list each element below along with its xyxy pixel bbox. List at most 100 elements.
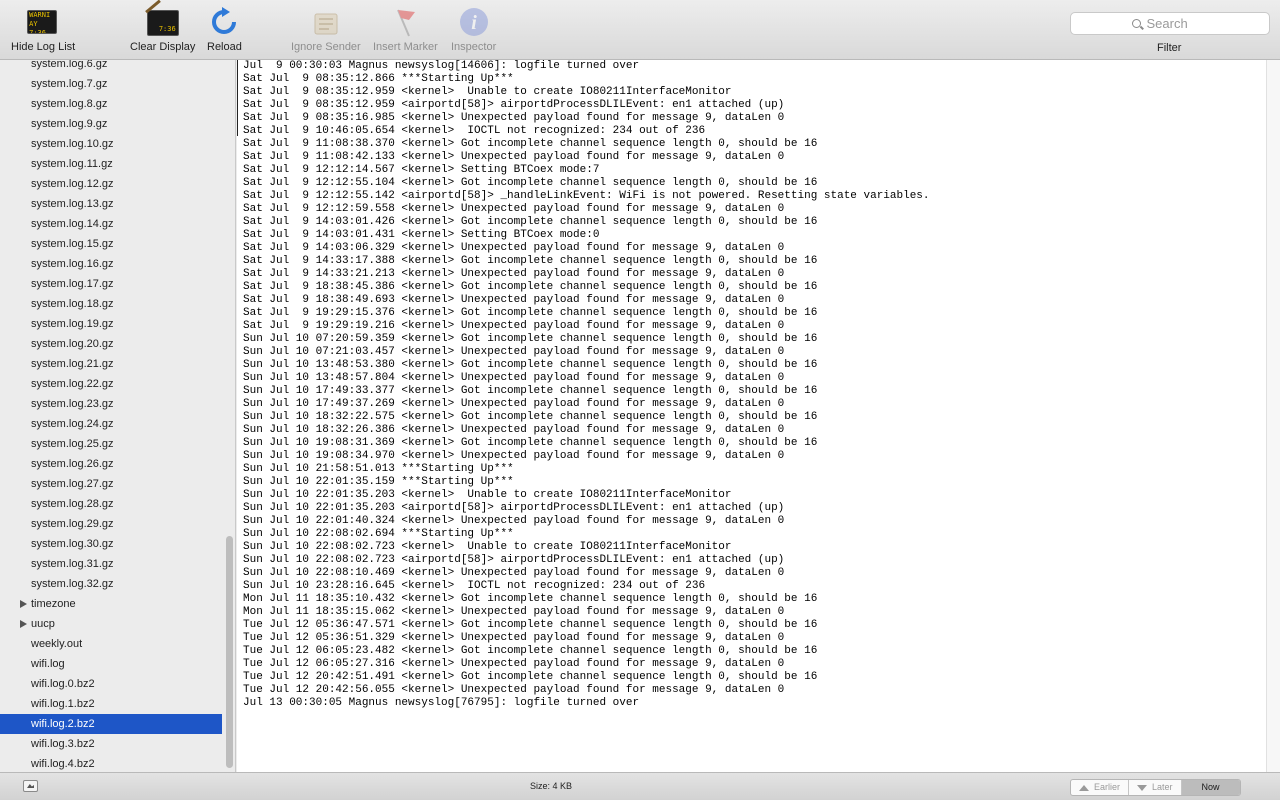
disclosure-triangle-icon[interactable] bbox=[20, 600, 27, 608]
sidebar-item-label: system.log.16.gz bbox=[31, 258, 114, 270]
sidebar-item[interactable]: system.log.15.gz bbox=[0, 234, 222, 254]
log-line: Sat Jul 9 11:08:38.370 <kernel> Got inco… bbox=[243, 138, 818, 150]
later-button[interactable]: Later bbox=[1129, 780, 1182, 795]
log-line: Sat Jul 9 19:29:15.376 <kernel> Got inco… bbox=[243, 307, 818, 319]
sidebar-item[interactable]: system.log.8.gz bbox=[0, 94, 222, 114]
log-line: Sun Jul 10 18:32:22.575 <kernel> Got inc… bbox=[243, 411, 818, 423]
sidebar-item[interactable]: system.log.23.gz bbox=[0, 394, 222, 414]
sidebar-item[interactable]: system.log.24.gz bbox=[0, 414, 222, 434]
sidebar-item-label: system.log.24.gz bbox=[31, 418, 114, 430]
disclosure-triangle-icon[interactable] bbox=[20, 620, 27, 628]
sidebar-item[interactable]: wifi.log.4.bz2 bbox=[0, 754, 222, 772]
reload-button[interactable]: Reload bbox=[207, 6, 242, 53]
sidebar-item[interactable]: system.log.12.gz bbox=[0, 174, 222, 194]
sidebar-scrollbar[interactable] bbox=[226, 536, 233, 768]
log-line: Sun Jul 10 21:58:51.013 ***Starting Up**… bbox=[243, 463, 514, 475]
search-field[interactable] bbox=[1070, 12, 1270, 35]
sidebar-item-label: system.log.30.gz bbox=[31, 538, 114, 550]
sidebar-item[interactable]: system.log.28.gz bbox=[0, 494, 222, 514]
log-line: Sun Jul 10 13:48:53.380 <kernel> Got inc… bbox=[243, 359, 818, 371]
log-scrollbar[interactable] bbox=[1266, 60, 1280, 772]
log-line: Jul 13 00:30:05 Magnus newsyslog[76795]:… bbox=[243, 697, 640, 709]
log-line: Sun Jul 10 23:28:16.645 <kernel> IOCTL n… bbox=[243, 580, 706, 592]
sidebar-item[interactable]: wifi.log.3.bz2 bbox=[0, 734, 222, 754]
log-line: Sun Jul 10 22:08:02.694 ***Starting Up**… bbox=[243, 528, 514, 540]
sidebar-item[interactable]: system.log.32.gz bbox=[0, 574, 222, 594]
sidebar-item-label: system.log.7.gz bbox=[31, 78, 108, 90]
sidebar-item[interactable]: weekly.out bbox=[0, 634, 222, 654]
sidebar-item[interactable]: system.log.18.gz bbox=[0, 294, 222, 314]
log-line: Sun Jul 10 22:01:35.203 <airportd[58]> a… bbox=[243, 502, 785, 514]
insert-marker-label: Insert Marker bbox=[373, 41, 438, 53]
sidebar-item-label: system.log.19.gz bbox=[31, 318, 114, 330]
sidebar-item[interactable]: system.log.20.gz bbox=[0, 334, 222, 354]
log-line: Sat Jul 9 18:38:45.386 <kernel> Got inco… bbox=[243, 281, 818, 293]
log-file-list: system.log.6.gz system.log.7.gz system.log… bbox=[0, 60, 222, 772]
sidebar-item[interactable]: wifi.log bbox=[0, 654, 222, 674]
log-line: Sun Jul 10 22:01:35.203 <kernel> Unable … bbox=[243, 489, 732, 501]
size-label: Size: 4 KB bbox=[530, 781, 573, 791]
sidebar-item-label: wifi.log bbox=[31, 658, 65, 670]
log-line: Sat Jul 9 08:35:12.959 <kernel> Unable t… bbox=[243, 86, 732, 98]
sidebar-item[interactable]: system.log.14.gz bbox=[0, 214, 222, 234]
log-view: Jul 9 00:30:03 Magnus newsyslog[14606]: … bbox=[237, 60, 1280, 772]
log-line: Sun Jul 10 19:08:34.970 <kernel> Unexpec… bbox=[243, 450, 785, 462]
sidebar-item[interactable]: system.log.31.gz bbox=[0, 554, 222, 574]
log-line: Tue Jul 12 20:42:56.055 <kernel> Unexpec… bbox=[243, 684, 785, 696]
sidebar-item[interactable]: system.log.10.gz bbox=[0, 134, 222, 154]
log-line: Sat Jul 9 12:12:59.558 <kernel> Unexpect… bbox=[243, 203, 785, 215]
log-line: Tue Jul 12 05:36:47.571 <kernel> Got inc… bbox=[243, 619, 818, 631]
sidebar-item[interactable]: system.log.30.gz bbox=[0, 534, 222, 554]
log-line: Tue Jul 12 05:36:51.329 <kernel> Unexpec… bbox=[243, 632, 785, 644]
sidebar-item[interactable]: wifi.log.0.bz2 bbox=[0, 674, 222, 694]
log-line: Sun Jul 10 22:08:02.723 <kernel> Unable … bbox=[243, 541, 732, 553]
sidebar-item[interactable]: system.log.11.gz bbox=[0, 154, 222, 174]
sidebar-item[interactable]: system.log.9.gz bbox=[0, 114, 222, 134]
log-list-sidebar: system.log.6.gz system.log.7.gz system.log… bbox=[0, 60, 236, 772]
sidebar-item[interactable]: system.log.25.gz bbox=[0, 434, 222, 454]
log-line: Sat Jul 9 08:35:16.985 <kernel> Unexpect… bbox=[243, 112, 785, 124]
insert-marker-button[interactable]: Insert Marker bbox=[373, 6, 438, 53]
sidebar-item[interactable]: wifi.log.1.bz2 bbox=[0, 694, 222, 714]
clear-display-label: Clear Display bbox=[130, 41, 196, 53]
log-line: Sat Jul 9 10:46:05.654 <kernel> IOCTL no… bbox=[243, 125, 706, 137]
hide-log-list-button[interactable]: WARNI AY 7:36 Hide Log List bbox=[11, 6, 75, 53]
sidebar-item[interactable]: wifi.log.2.bz2 bbox=[0, 714, 222, 734]
sidebar-item[interactable]: timezone bbox=[0, 594, 222, 614]
clear-display-button[interactable]: 7:36 Clear Display bbox=[130, 0, 196, 53]
log-line: Sat Jul 9 12:12:55.104 <kernel> Got inco… bbox=[243, 177, 818, 189]
inspector-label: Inspector bbox=[451, 41, 497, 53]
sidebar-item[interactable]: uucp bbox=[0, 614, 222, 634]
inspector-button[interactable]: i Inspector bbox=[451, 6, 496, 53]
sidebar-item-label: system.log.10.gz bbox=[31, 138, 114, 150]
svg-text:i: i bbox=[471, 12, 477, 34]
log-line: Sat Jul 9 18:38:49.693 <kernel> Unexpect… bbox=[243, 294, 785, 306]
sidebar-item[interactable]: system.log.22.gz bbox=[0, 374, 222, 394]
sidebar-item-label: system.log.25.gz bbox=[31, 438, 114, 450]
now-button[interactable]: Now bbox=[1181, 780, 1240, 795]
sidebar-item[interactable]: system.log.26.gz bbox=[0, 454, 222, 474]
sidebar-item[interactable]: system.log.13.gz bbox=[0, 194, 222, 214]
sidebar-item-label: system.log.18.gz bbox=[31, 298, 114, 310]
ignore-sender-button[interactable]: Ignore Sender bbox=[291, 6, 361, 53]
sidebar-item-label: system.log.17.gz bbox=[31, 278, 114, 290]
log-line: Mon Jul 11 18:35:15.062 <kernel> Unexpec… bbox=[243, 606, 785, 618]
sidebar-item[interactable]: system.log.6.gz bbox=[0, 60, 222, 74]
log-line: Sun Jul 10 13:48:57.804 <kernel> Unexpec… bbox=[243, 372, 785, 384]
log-line: Sat Jul 9 11:08:42.133 <kernel> Unexpect… bbox=[243, 151, 785, 163]
sidebar-item[interactable]: system.log.27.gz bbox=[0, 474, 222, 494]
log-line: Sat Jul 9 08:35:12.866 ***Starting Up*** bbox=[243, 73, 514, 85]
sidebar-item[interactable]: system.log.7.gz bbox=[0, 74, 222, 94]
navigation-segmented-control: Earlier Later Now bbox=[1070, 779, 1241, 796]
sidebar-item[interactable]: system.log.16.gz bbox=[0, 254, 222, 274]
sidebar-item-label: system.log.8.gz bbox=[31, 98, 108, 110]
sidebar-item[interactable]: system.log.19.gz bbox=[0, 314, 222, 334]
search-input[interactable] bbox=[1144, 15, 1209, 32]
sidebar-item[interactable]: system.log.29.gz bbox=[0, 514, 222, 534]
sidebar-item[interactable]: system.log.21.gz bbox=[0, 354, 222, 374]
sidebar-item-label: system.log.6.gz bbox=[31, 60, 108, 70]
earlier-button[interactable]: Earlier bbox=[1071, 780, 1130, 795]
sidebar-item[interactable]: system.log.17.gz bbox=[0, 274, 222, 294]
image-icon[interactable] bbox=[23, 780, 38, 792]
log-line: Sun Jul 10 22:01:35.159 ***Starting Up**… bbox=[243, 476, 514, 488]
